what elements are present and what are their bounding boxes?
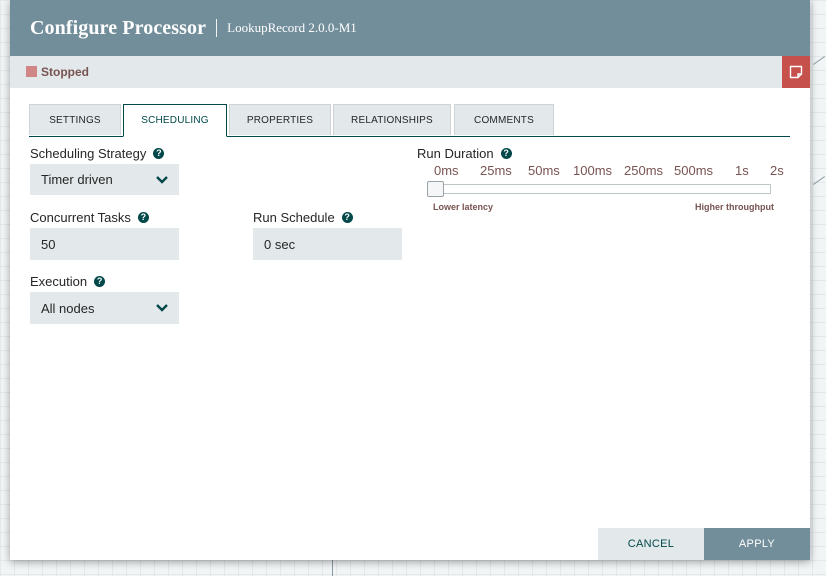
concurrent-tasks-label-text: Concurrent Tasks [30,210,131,225]
lower-latency-caption: Lower latency [433,202,494,212]
scheduling-strategy-label: Scheduling Strategy ? [30,146,165,161]
duration-tick: 25ms [480,163,512,178]
duration-tick: 500ms [674,163,714,178]
duration-tick: 1s [735,163,749,178]
duration-tick: 250ms [624,163,664,178]
apply-button[interactable]: APPLY [704,528,810,560]
canvas-connection-line [332,560,333,576]
duration-tick: 100ms [573,163,613,178]
status-bar: Stopped [10,56,810,88]
concurrent-tasks-input[interactable]: 50 [30,228,179,260]
scheduling-strategy-label-text: Scheduling Strategy [30,146,147,161]
title-separator [216,19,218,37]
question-circle-icon[interactable]: ? [137,212,149,223]
chevron-down-icon [156,175,168,184]
run-schedule-value: 0 sec [264,236,296,252]
tab-relationships[interactable]: RELATIONSHIPS [333,104,451,135]
run-schedule-label-text: Run Schedule [253,210,335,225]
run-status: Stopped [41,65,89,79]
execution-label-text: Execution [30,274,88,289]
execution-select[interactable]: All nodes [30,292,179,324]
run-duration-slider[interactable] [428,184,771,194]
question-circle-icon[interactable]: ? [153,148,165,159]
canvas-connection-line [812,56,826,65]
tab-comments[interactable]: COMMENTS [454,104,554,135]
duration-tick: 0ms [434,163,459,178]
concurrent-tasks-label: Concurrent Tasks ? [30,210,149,225]
run-duration-slider-handle[interactable] [427,181,444,197]
tab-scheduling[interactable]: SCHEDULING [123,104,227,137]
tab-settings[interactable]: SETTINGS [29,104,121,135]
execution-value: All nodes [41,300,95,316]
question-circle-icon[interactable]: ? [500,148,512,159]
processor-type: LookupRecord 2.0.0-M1 [227,20,357,35]
run-schedule-label: Run Schedule ? [253,210,353,225]
duration-tick: 2s [770,163,784,178]
cancel-button[interactable]: CANCEL [598,528,704,560]
execution-label: Execution ? [30,274,106,289]
question-circle-icon[interactable]: ? [94,276,106,287]
tab-properties[interactable]: PROPERTIES [229,104,331,135]
scheduling-strategy-select[interactable]: Timer driven [30,164,179,195]
tab-bar: SETTINGS SCHEDULING PROPERTIES RELATIONS… [29,104,790,137]
duration-tick: 50ms [528,163,560,178]
configure-processor-dialog: Configure Processor LookupRecord 2.0.0-M… [10,0,810,560]
canvas-connection-line [812,176,826,185]
concurrent-tasks-value: 50 [41,236,56,252]
higher-throughput-caption: Higher throughput [695,202,774,212]
dialog-header: Configure Processor LookupRecord 2.0.0-M… [10,0,810,56]
chevron-down-icon [156,304,168,312]
comments-button[interactable] [782,56,810,88]
sticky-note-icon [789,65,803,79]
stopped-icon [26,66,37,77]
question-circle-icon[interactable]: ? [341,212,353,223]
scheduling-strategy-value: Timer driven [41,172,113,187]
run-duration-label: Run Duration ? [417,146,512,161]
run-schedule-input[interactable]: 0 sec [253,228,402,260]
run-duration-label-text: Run Duration [417,146,494,161]
dialog-title: Configure Processor [30,16,207,39]
run-duration-scale: 0ms 25ms 50ms 100ms 250ms 500ms 1s 2s [434,163,784,179]
